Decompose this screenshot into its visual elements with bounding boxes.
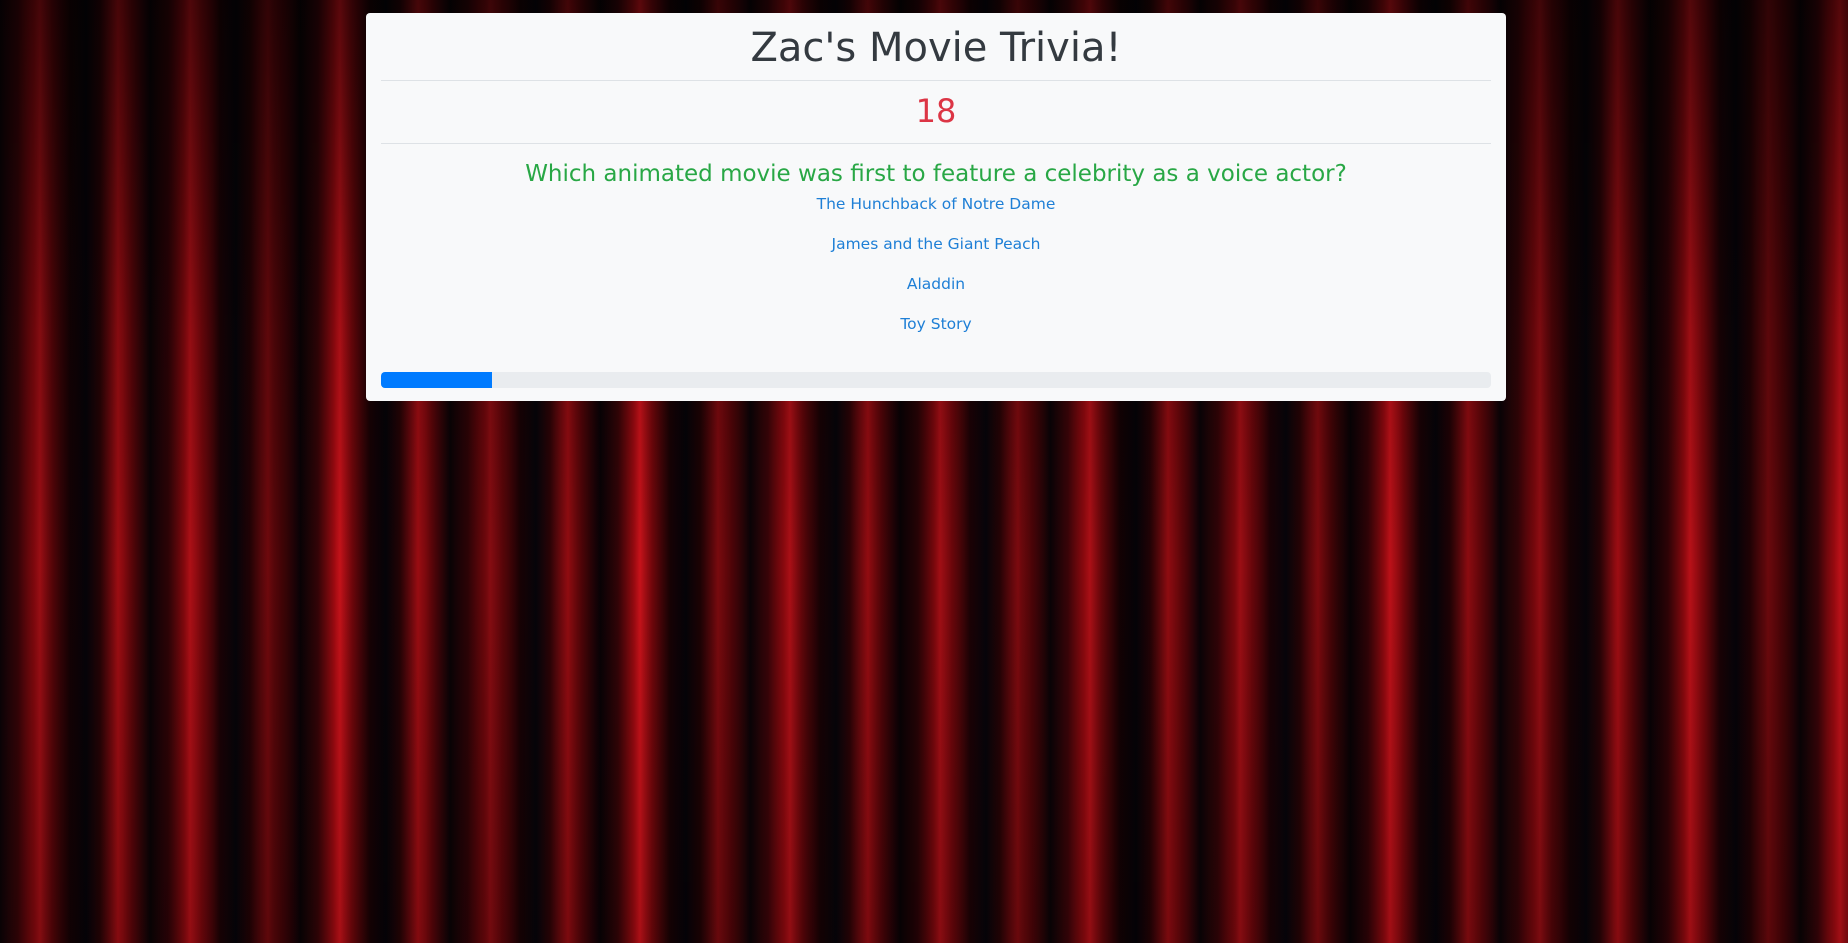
answer-option-1[interactable]: The Hunchback of Notre Dame — [381, 194, 1491, 234]
answer-label: Aladdin — [906, 275, 966, 293]
answer-option-4[interactable]: Toy Story — [381, 314, 1491, 354]
question-text: Which animated movie was first to featur… — [525, 161, 1347, 187]
progress-track — [381, 372, 1491, 388]
answer-list: The Hunchback of Notre Dame James and th… — [381, 194, 1491, 354]
answer-label: The Hunchback of Notre Dame — [816, 195, 1056, 213]
progress-bar — [381, 372, 492, 388]
answer-label: James and the Giant Peach — [831, 235, 1041, 253]
trivia-card: Zac's Movie Trivia! 18 Which animated mo… — [366, 13, 1506, 401]
answer-label: Toy Story — [900, 315, 972, 333]
page-title: Zac's Movie Trivia! — [750, 25, 1122, 71]
countdown-timer: 18 — [915, 92, 957, 130]
answer-option-3[interactable]: Aladdin — [381, 274, 1491, 314]
answer-option-2[interactable]: James and the Giant Peach — [381, 234, 1491, 274]
